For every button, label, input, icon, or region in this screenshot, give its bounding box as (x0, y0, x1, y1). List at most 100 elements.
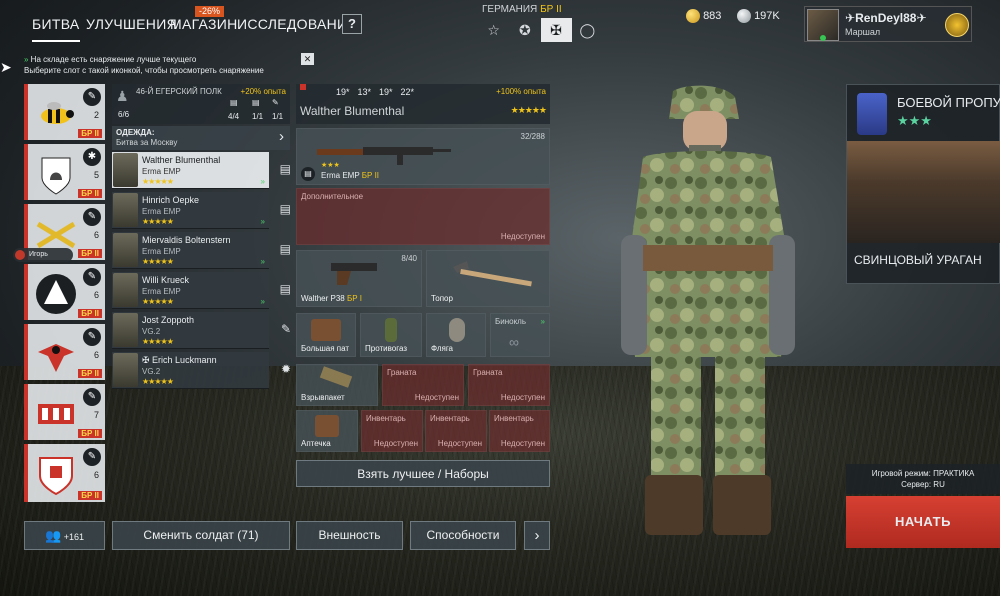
iron-cross-icon[interactable]: ✠ (540, 18, 572, 42)
squad-info-icon[interactable]: ✎ (83, 208, 101, 226)
soldier-detail-header: 19* 13* 19* 22* +100% опыта Walther Blum… (296, 84, 550, 124)
circle-star-icon[interactable]: ✪ (509, 18, 540, 42)
primary-weapon-slot[interactable]: 32/288 ▤ ★★★ Erma EMP БР II (296, 128, 550, 185)
soldier-stars: ★★★★★ (142, 217, 174, 226)
squad-manage-button[interactable]: 👥 +161 (24, 521, 105, 550)
unavailable-label: Недоступен (373, 439, 418, 448)
tab-upgrades[interactable]: УЛУЧШЕНИЯ (86, 16, 177, 32)
soldier-row[interactable]: Hinrich Oepke Erma EMP ★★★★★ » ▤ (112, 192, 291, 229)
sidearm-br: БР I (346, 294, 362, 303)
nation-name: ГЕРМАНИЯ (482, 4, 538, 15)
flask-slot[interactable]: Фляга (426, 313, 486, 357)
grenade-label: Граната (387, 368, 417, 377)
take-best-button[interactable]: Взять лучшее / Наборы (296, 460, 550, 487)
more-button[interactable]: › (524, 521, 550, 550)
squad-card[interactable]: ✎ 2 БР II (24, 84, 105, 140)
soldier-row[interactable]: Walther Blumenthal Erma EMP ★★★★★ » ▤ (112, 152, 291, 189)
primary-weapon-name: Erma EMP (321, 171, 360, 180)
soldier-stars: ★★★★★ (142, 257, 174, 266)
close-hint-button[interactable]: ✕ (301, 53, 314, 65)
soldier-weapon: VG.2 (142, 367, 161, 376)
squad-size: 6 (93, 350, 99, 360)
game-mode-panel[interactable]: Игровой режим: ПРАКТИКА Сервер: RU (846, 464, 1000, 494)
abilities-button[interactable]: Способности (410, 521, 516, 550)
class-count-1: 4/4 (228, 112, 240, 121)
stat-value: 13* (357, 87, 372, 97)
shield-emblem-icon (39, 457, 73, 496)
soldier-stars: ★★★★★ (142, 377, 174, 386)
squad-size: 6 (93, 230, 99, 240)
gasmask-slot[interactable]: Противогаз (360, 313, 422, 357)
change-soldier-button[interactable]: Сменить солдат (71) (112, 521, 290, 550)
squad-card[interactable]: ✎ 6 БР II (24, 324, 105, 380)
outfit-label: ОДЕЖДА: (116, 128, 155, 137)
explosive-slot[interactable]: Взрывпакет (296, 364, 378, 406)
upgrade-arrow-icon: » (260, 217, 265, 226)
rifleman-class-icon: ▤ (279, 162, 291, 176)
pouch-slot[interactable]: Большая пат (296, 313, 356, 357)
soldier-weapon: Erma EMP (142, 167, 181, 176)
upgrade-arrow-icon: » (260, 257, 265, 266)
soldier-row[interactable]: Miervaldis Boltenstern Erma EMP ★★★★★ » … (112, 232, 291, 269)
soldier-row[interactable]: ✠ Erich Luckmann VG.2 ★★★★★ ✹ (112, 352, 291, 389)
flask-label: Фляга (431, 344, 454, 353)
appearance-button[interactable]: Внешность (296, 521, 403, 550)
squad-info-icon[interactable]: ✎ (83, 388, 101, 406)
soldier-name: Miervaldis Boltenstern (142, 235, 231, 245)
squad-card[interactable]: ✎ 6 БР II (24, 444, 105, 502)
medkit-label: Аптечка (301, 439, 331, 448)
sidearm-label: Walther P38 БР I (301, 294, 362, 303)
binocular-slot[interactable]: Бинокль » ∞ (490, 313, 550, 357)
tab-battle[interactable]: БИТВА (32, 16, 80, 42)
stat-value: 19* (379, 87, 393, 97)
start-button[interactable]: НАЧАТЬ (846, 496, 1000, 548)
class-count-3: 1/1 (272, 112, 284, 121)
soldier-row[interactable]: Jost Zoppoth VG.2 ★★★★★ ✎ (112, 312, 291, 349)
squad-card[interactable]: ✎ 7 БР II (24, 384, 105, 440)
online-dot (820, 35, 826, 41)
squad-br: БР II (78, 491, 102, 500)
grenade-icon[interactable]: ✱ (83, 148, 101, 166)
squad-info-icon[interactable]: ✎ (83, 268, 101, 286)
medkit-slot[interactable]: Аптечка (296, 410, 358, 452)
silver-balance[interactable]: 197K (737, 9, 780, 23)
gold-balance[interactable]: 883 (686, 9, 721, 23)
tab-research[interactable]: ИССЛЕДОВАНИЯ (237, 16, 358, 32)
battle-pass-card[interactable]: БОЕВОЙ ПРОПУ ★★★ СВИНЦОВЫЙ УРАГАН (846, 84, 1000, 284)
pouch-icon (311, 319, 341, 341)
squad-xp-bonus: +20% опыта (240, 87, 286, 96)
outfit-selector[interactable]: ОДЕЖДА: Битва за Москву › (112, 126, 290, 150)
additional-slot-title: Дополнительное (301, 192, 364, 201)
squad-card[interactable]: ✱ 5 БР II (24, 144, 105, 200)
inventory-slot: Инвентарь Недоступен (489, 410, 550, 452)
star-icon[interactable]: ☆ (478, 18, 509, 42)
chevron-right-icon: › (279, 128, 284, 145)
sidearm-slot[interactable]: 8/40 Walther P38 БР I (296, 250, 422, 307)
gold-amount: 883 (703, 9, 722, 22)
server-label: Сервер: RU (901, 480, 945, 489)
weapon-info-icon[interactable]: ▤ (301, 167, 315, 181)
rifleman-class-icon: ▤ (279, 282, 291, 296)
squad-br: БР II (78, 129, 102, 138)
player-profile[interactable]: ✈RenDeyl88✈ Маршал (804, 6, 972, 42)
help-button[interactable]: ? (342, 14, 362, 34)
people-icon: 👥 (45, 528, 62, 543)
squad-info-icon[interactable]: ✎ (83, 448, 101, 466)
player-tag: Игорь (13, 248, 73, 262)
pistol-icon (331, 263, 377, 285)
player-rank: Маршал (845, 27, 881, 37)
inventory-label: Инвентарь (494, 414, 534, 423)
squad-info-icon[interactable]: ✎ (83, 88, 101, 106)
tab-shop[interactable]: МАГАЗИН (170, 16, 238, 32)
battle-pass-event: СВИНЦОВЫЙ УРАГАН (854, 253, 982, 267)
melee-slot[interactable]: Топор (426, 250, 550, 307)
ring-icon[interactable]: ◯ (572, 18, 603, 42)
squad-card[interactable]: ✎ 6 БР II (24, 264, 105, 320)
sale-badge: -26% (195, 6, 225, 17)
squad-size: 6 (93, 290, 99, 300)
rifleman-class-icon: ▤ (279, 242, 291, 256)
squad-info-icon[interactable]: ✎ (83, 328, 101, 346)
stat-value: 19* (336, 87, 350, 97)
upgrade-arrow-icon: » (260, 177, 265, 186)
soldier-row[interactable]: Willi Krueck Erma EMP ★★★★★ » ▤ (112, 272, 291, 309)
